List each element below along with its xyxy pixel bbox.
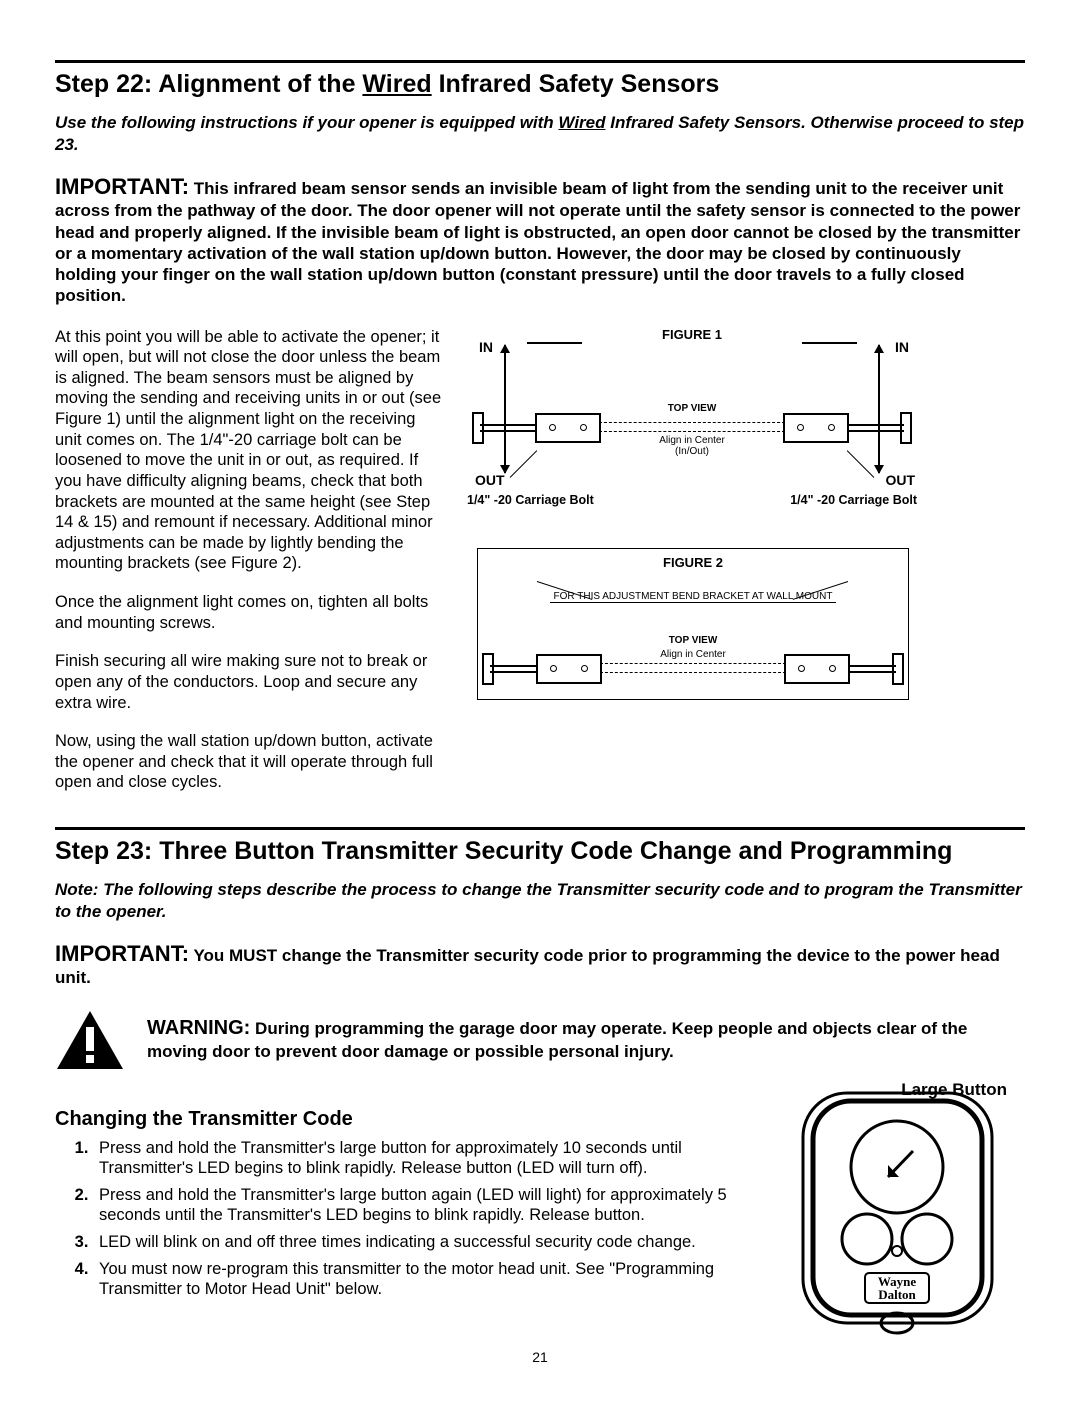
list-item: You must now re-program this transmitter… (93, 1259, 761, 1300)
figure-1: FIGURE 1 IN OUT IN OUT (477, 327, 907, 532)
step23-heading: Step 23: Three Button Transmitter Securi… (55, 836, 1025, 867)
step23-leader-note: Note: The following steps describe the p… (55, 879, 1025, 922)
page-number: 21 (55, 1349, 1025, 1367)
transmitter-illustration: Wayne Dalton (795, 1089, 1000, 1337)
list-item: Press and hold the Transmitter's large b… (93, 1138, 761, 1179)
step22-heading: Step 22: Alignment of the Wired Infrared… (55, 69, 1025, 100)
list-item: Press and hold the Transmitter's large b… (93, 1185, 761, 1226)
list-item: LED will blink on and off three times in… (93, 1232, 761, 1253)
changing-code-steps: Press and hold the Transmitter's large b… (93, 1138, 761, 1300)
warning-icon (55, 1009, 125, 1071)
step22-p1: At this point you will be able to activa… (55, 327, 445, 575)
changing-code-subheading: Changing the Transmitter Code (55, 1107, 761, 1132)
step23-important: IMPORTANT: You MUST change the Transmitt… (55, 940, 1025, 989)
svg-text:Dalton: Dalton (878, 1287, 916, 1302)
step22-p2: Once the alignment light comes on, tight… (55, 592, 445, 633)
step22-leader-note: Use the following instructions if your o… (55, 112, 1025, 155)
step22-p4: Now, using the wall station up/down butt… (55, 731, 445, 793)
figure-2: FIGURE 2 FOR THIS ADJUSTMENT BEND BRACKE… (477, 548, 909, 700)
step23-warning: WARNING: During programming the garage d… (147, 1016, 1025, 1062)
step22-important: IMPORTANT: This infrared beam sensor sen… (55, 173, 1025, 307)
step22-p3: Finish securing all wire making sure not… (55, 651, 445, 713)
